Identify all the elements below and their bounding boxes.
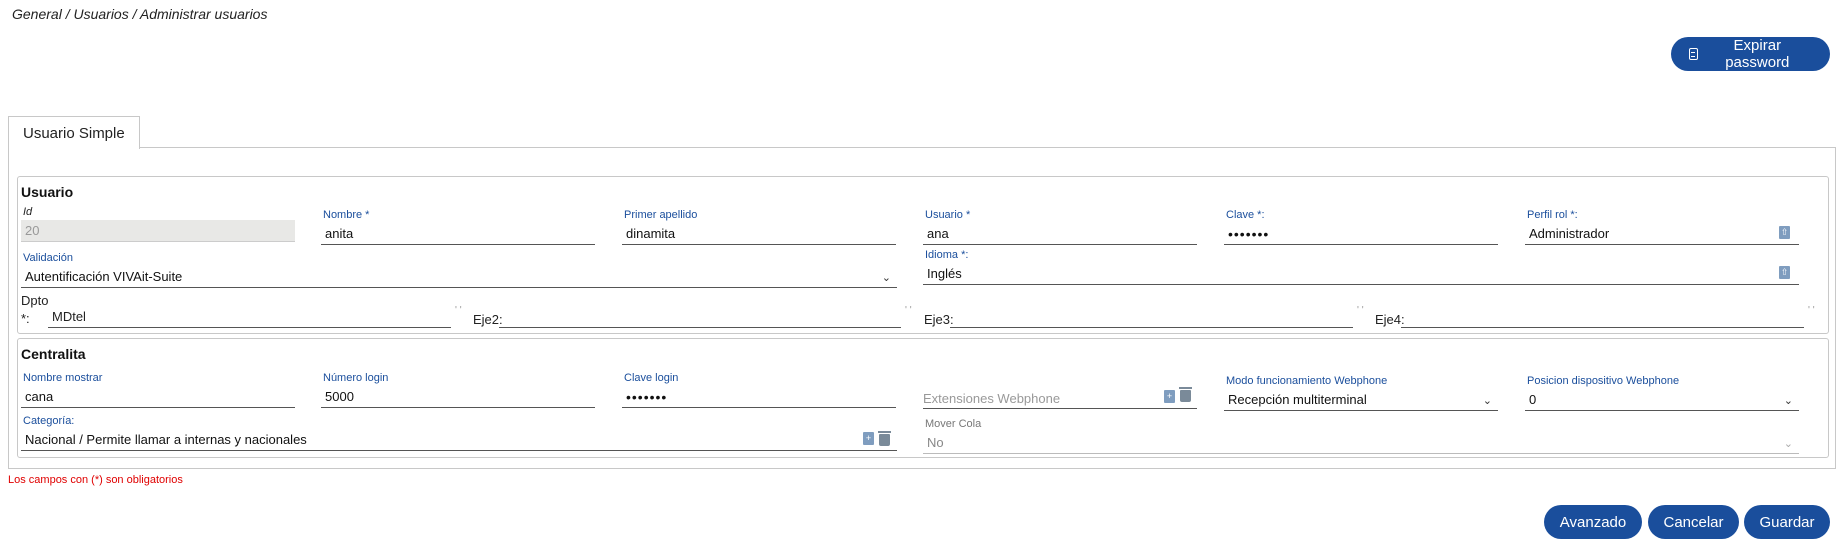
clave-field: Clave *: ••••••• xyxy=(1224,209,1498,249)
hourglass-icon xyxy=(1689,48,1698,60)
chevron-down-icon[interactable]: ⌄ xyxy=(882,271,891,284)
clave-login-input[interactable]: ••••••• xyxy=(622,386,896,408)
nombre-mostrar-input[interactable]: cana xyxy=(21,386,295,408)
clave-input[interactable]: ••••••• xyxy=(1224,223,1498,245)
centralita-section-title: Centralita xyxy=(21,346,86,362)
usuario-input[interactable]: ana xyxy=(923,223,1197,245)
numero-login-field: Número login 5000 xyxy=(321,372,595,412)
usuario-section-title: Usuario xyxy=(21,184,74,200)
perfil-input[interactable]: Administrador xyxy=(1525,223,1799,245)
eje4-input[interactable] xyxy=(1401,306,1804,328)
add-icon[interactable]: + xyxy=(863,432,874,445)
save-button[interactable]: Guardar xyxy=(1744,505,1830,539)
validacion-select[interactable]: Autentificación VIVAit-Suite xyxy=(21,266,897,288)
posicion-select[interactable]: 0 xyxy=(1525,389,1799,411)
breadcrumb: General / Usuarios / Administrar usuario… xyxy=(12,6,268,22)
idioma-input[interactable]: Inglés xyxy=(923,263,1799,285)
expire-password-button[interactable]: Expirar password xyxy=(1671,37,1830,71)
modo-select[interactable]: Recepción multiterminal xyxy=(1224,389,1498,411)
mover-cola-field: Mover Cola No ⌄ xyxy=(923,418,1799,458)
mover-cola-select[interactable]: No xyxy=(923,432,1799,454)
tab-usuario-simple[interactable]: Usuario Simple xyxy=(8,116,140,149)
add-icon[interactable]: + xyxy=(1164,390,1175,403)
nombre-input[interactable]: anita xyxy=(321,223,595,245)
chevron-down-icon[interactable]: ⌄ xyxy=(1784,394,1793,407)
extensiones-field: Extensiones Webphone + xyxy=(923,387,1197,411)
id-input: 20 xyxy=(21,220,295,242)
apellido-input[interactable]: dinamita xyxy=(622,223,896,245)
eje3-input[interactable] xyxy=(950,306,1353,328)
eje4-tick: ' ' xyxy=(1808,305,1815,316)
clave-login-field: Clave login ••••••• xyxy=(622,372,896,412)
categoria-field: Categoría: Nacional / Permite llamar a i… xyxy=(21,415,897,455)
posicion-field: Posicion dispositivo Webphone 0 ⌄ xyxy=(1525,375,1799,415)
id-field: Id 20 xyxy=(21,206,295,246)
dpto-required-mark: *: xyxy=(21,311,30,326)
usuario-field: Usuario * ana xyxy=(923,209,1197,249)
perfil-field: Perfil rol *: Administrador ⇧ xyxy=(1525,209,1799,249)
trash-icon[interactable] xyxy=(878,431,891,446)
expire-password-label: Expirar password xyxy=(1725,37,1790,71)
numero-login-input[interactable]: 5000 xyxy=(321,386,595,408)
modo-field: Modo funcionamiento Webphone Recepción m… xyxy=(1224,375,1498,415)
chevron-down-icon[interactable]: ⌄ xyxy=(1483,394,1492,407)
chevron-down-icon[interactable]: ⌄ xyxy=(1784,437,1793,450)
idioma-field: Idioma *: Inglés ⇧ xyxy=(923,249,1799,289)
categoria-input[interactable]: Nacional / Permite llamar a internas y n… xyxy=(21,429,897,451)
nombre-field: Nombre * anita xyxy=(321,209,595,249)
cancel-button[interactable]: Cancelar xyxy=(1648,505,1739,539)
dpto-tick: ' ' xyxy=(455,305,462,316)
dpto-label: Dpto xyxy=(21,293,49,308)
eje3-tick: ' ' xyxy=(1357,305,1364,316)
advanced-button[interactable]: Avanzado xyxy=(1544,505,1642,539)
upload-icon[interactable]: ⇧ xyxy=(1779,266,1790,279)
eje2-input[interactable] xyxy=(499,306,901,328)
nombre-mostrar-field: Nombre mostrar cana xyxy=(21,372,295,412)
required-fields-note: Los campos con (*) son obligatorios xyxy=(8,474,183,486)
eje2-tick: ' ' xyxy=(905,305,912,316)
upload-icon[interactable]: ⇧ xyxy=(1779,226,1790,239)
extensiones-input[interactable]: Extensiones Webphone xyxy=(923,387,1197,409)
dpto-input[interactable]: MDtel xyxy=(48,306,451,328)
apellido-field: Primer apellido dinamita xyxy=(622,209,896,249)
validacion-field: Validación Autentificación VIVAit-Suite … xyxy=(21,252,897,292)
trash-icon[interactable] xyxy=(1179,387,1192,402)
